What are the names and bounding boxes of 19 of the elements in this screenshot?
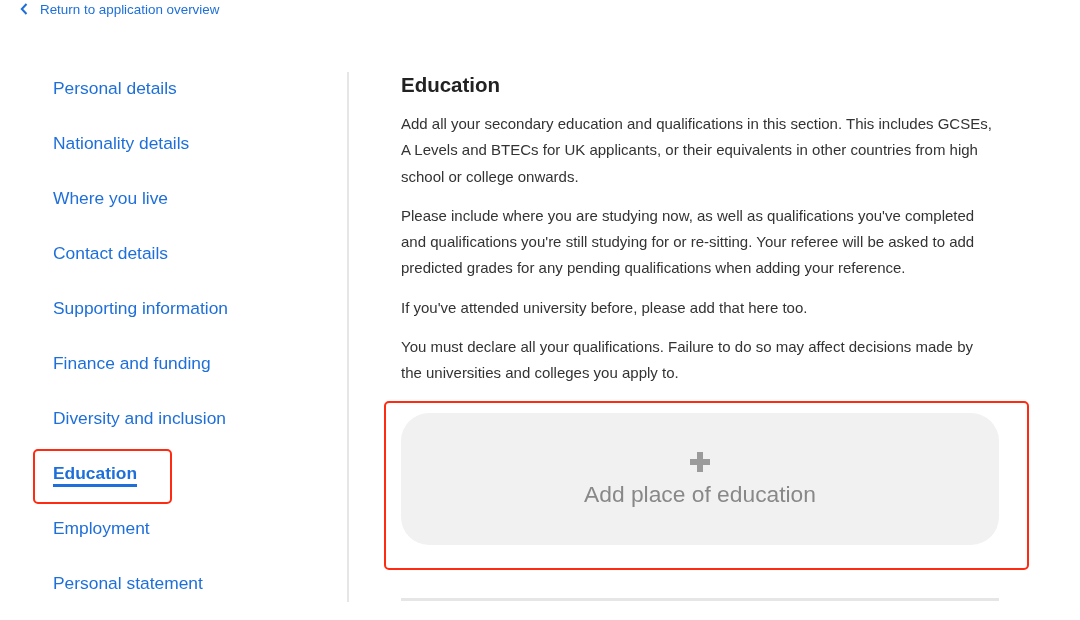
- description-text: You must declare all your qualifications. Failure to do so may affect decisions made by the universities and colleges you apply to.: [401, 337, 974, 384]
- description-text: If you've attended university before, please add that here too.: [401, 297, 809, 318]
- description-text: Please include where you are studying now, as well as qualifications you've completed and qualifications you're still studying for or re-sitting. Your referee will be asked to add predicted grades for any pending qualifications when adding your reference.: [401, 205, 976, 279]
- sidebar-link[interactable]: Finance and funding: [53, 352, 211, 377]
- section-title: Education: [401, 72, 502, 98]
- add-place-button[interactable]: Add place of education: [401, 412, 999, 545]
- sidebar-link[interactable]: Employment: [53, 517, 150, 542]
- sidebar-link[interactable]: Supporting information: [53, 297, 228, 322]
- description-text: Add all your secondary education and qualifications in this section. This includes GCSEs, A Levels and BTECs for UK applicants, or their equivalents in other countries from high school or college onwards.: [401, 114, 993, 187]
- sidebar-link[interactable]: Where you live: [53, 187, 169, 212]
- sidebar-link[interactable]: Diversity and inclusion: [53, 407, 226, 432]
- chevron-left-icon: [20, 3, 28, 15]
- sidebar-link[interactable]: Personal statement: [53, 572, 203, 597]
- back-link[interactable]: Return to application overview: [20, 1, 220, 17]
- sidebar-link[interactable]: Personal details: [53, 77, 177, 102]
- sidebar-link[interactable]: Education: [53, 462, 138, 487]
- sidebar-link[interactable]: Contact details: [53, 242, 169, 267]
- sidebar-link[interactable]: Nationality details: [53, 132, 190, 157]
- plus-icon: [690, 451, 710, 472]
